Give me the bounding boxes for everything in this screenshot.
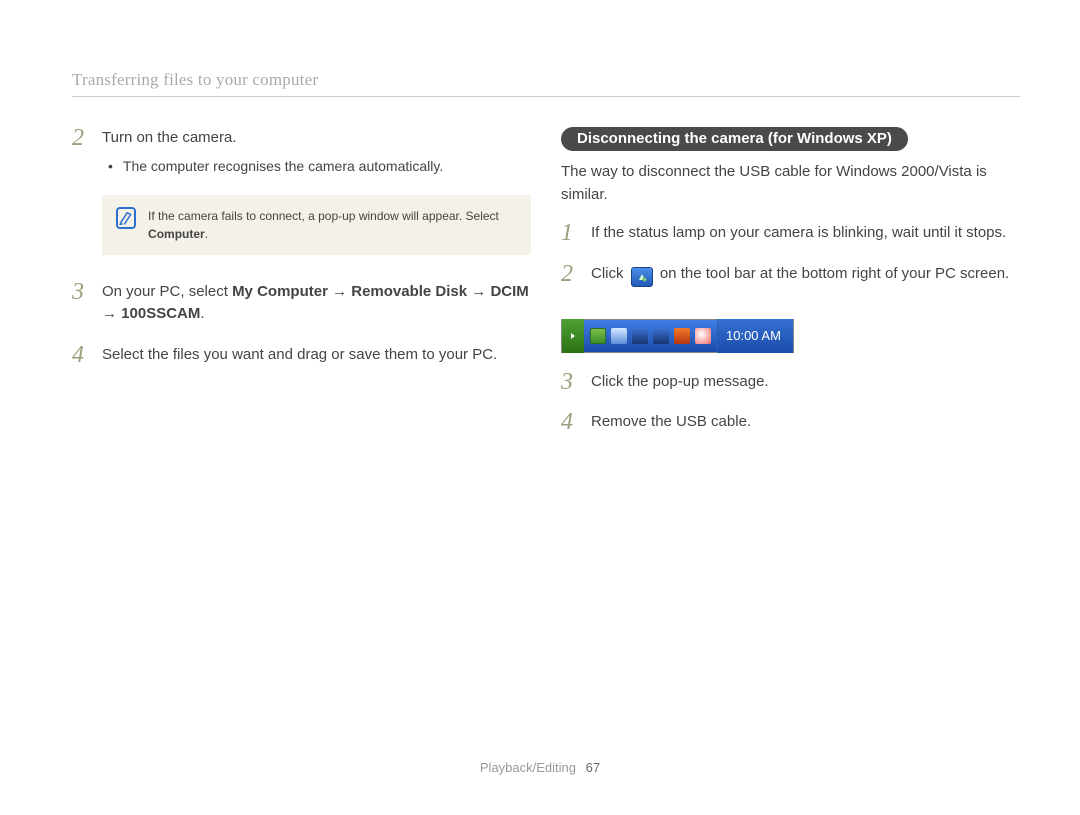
intro-text: The way to disconnect the USB cable for …	[561, 161, 1020, 206]
step-number: 4	[72, 344, 90, 367]
system-tray	[584, 328, 717, 344]
step-text: Click the pop-up message.	[591, 371, 1020, 394]
step-text-post: on the tool bar at the bottom right of y…	[660, 265, 1009, 282]
step-number: 1	[561, 222, 579, 245]
step-text: Remove the USB cable.	[591, 411, 1020, 434]
note-box: If the camera fails to connect, a pop-up…	[102, 195, 531, 255]
safely-remove-hardware-icon	[590, 328, 606, 344]
taskbar-clock: 10:00 AM	[717, 319, 793, 353]
left-column: 2 Turn on the camera. The computer recog…	[72, 127, 531, 452]
step-text: On your PC, select	[102, 283, 232, 300]
step-text-pre: Click	[591, 265, 628, 282]
step-number: 2	[72, 127, 90, 177]
step-text: If the status lamp on your camera is bli…	[591, 222, 1020, 245]
footer-section: Playback/Editing	[480, 760, 576, 775]
right-column: Disconnecting the camera (for Windows XP…	[561, 127, 1020, 452]
volume-icon	[674, 328, 690, 344]
step-number: 3	[561, 371, 579, 394]
app-icon	[695, 328, 711, 344]
page-footer: Playback/Editing 67	[0, 760, 1080, 775]
step-number: 2	[561, 263, 579, 287]
step-text: Turn on the camera.	[102, 127, 531, 150]
windows-taskbar: 10:00 AM	[561, 319, 794, 353]
step-number: 3	[72, 281, 90, 326]
safely-remove-hardware-icon	[631, 267, 653, 287]
note-text: If the camera fails to connect, a pop-up…	[148, 207, 517, 243]
step-text: Select the files you want and drag or sa…	[102, 344, 531, 367]
display-icon	[653, 328, 669, 344]
section-badge: Disconnecting the camera (for Windows XP…	[561, 127, 908, 151]
step-bullet: The computer recognises the camera autom…	[108, 156, 531, 177]
note-icon	[116, 207, 136, 229]
shield-icon	[611, 328, 627, 344]
section-title: Transferring files to your computer	[72, 70, 1020, 97]
network-icon	[632, 328, 648, 344]
step-number: 4	[561, 411, 579, 434]
start-button-icon	[562, 319, 584, 353]
page-number: 67	[586, 760, 600, 775]
